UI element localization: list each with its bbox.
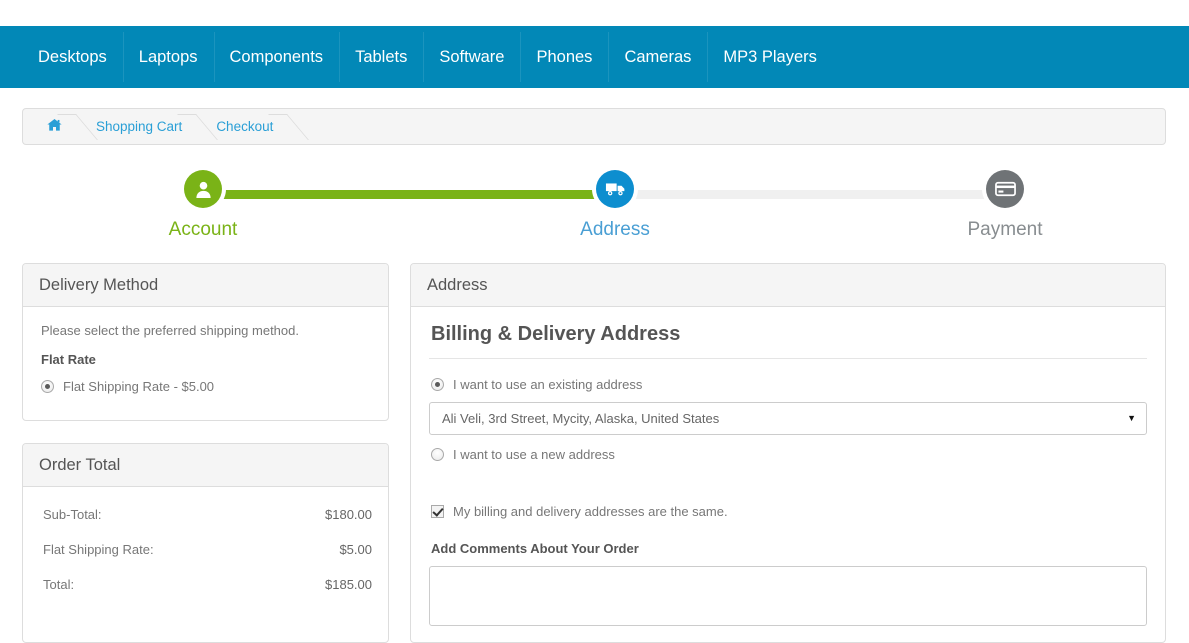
existing-address-select[interactable]: Ali Veli, 3rd Street, Mycity, Alaska, Un… bbox=[429, 402, 1147, 435]
stepper-label-account: Account bbox=[103, 220, 303, 239]
order-total-label-flat-shipping-rate: Flat Shipping Rate: bbox=[43, 542, 154, 557]
breadcrumb-home[interactable] bbox=[23, 109, 76, 144]
nav-item-software[interactable]: Software bbox=[423, 26, 520, 88]
order-total-amount-total: $185.00 bbox=[325, 577, 372, 592]
address-option-existing-label: I want to use an existing address bbox=[453, 377, 642, 392]
address-option-existing[interactable]: I want to use an existing address bbox=[431, 377, 1147, 392]
checkout-stepper: Account Address Payment bbox=[22, 170, 1166, 250]
delivery-option-flat-rate[interactable]: Flat Shipping Rate - $5.00 bbox=[41, 379, 372, 394]
nav-item-laptops[interactable]: Laptops bbox=[123, 26, 214, 88]
home-icon bbox=[47, 118, 62, 135]
address-option-new-label: I want to use a new address bbox=[453, 447, 615, 462]
same-address-checkbox-row[interactable]: My billing and delivery addresses are th… bbox=[431, 504, 1147, 519]
table-row: Flat Shipping Rate: $5.00 bbox=[25, 532, 386, 567]
nav-item-components[interactable]: Components bbox=[214, 26, 340, 88]
order-comments-textarea[interactable] bbox=[429, 566, 1147, 626]
address-panel-body: Billing & Delivery Address I want to use… bbox=[411, 307, 1165, 626]
address-panel: Address Billing & Delivery Address I wan… bbox=[410, 263, 1166, 643]
nav-item-desktops[interactable]: Desktops bbox=[22, 26, 123, 88]
order-total-label-total: Total: bbox=[43, 577, 74, 592]
existing-address-select-value: Ali Veli, 3rd Street, Mycity, Alaska, Un… bbox=[442, 411, 1127, 426]
order-total-panel: Order Total Sub-Total: $180.00 Flat Ship… bbox=[22, 443, 389, 643]
stepper-step-address[interactable]: Address bbox=[515, 170, 715, 239]
stepper-label-payment: Payment bbox=[905, 220, 1105, 239]
address-panel-title: Address bbox=[411, 264, 1165, 307]
checkbox-same-address[interactable] bbox=[431, 505, 444, 518]
delivery-method-panel: Delivery Method Please select the prefer… bbox=[22, 263, 389, 421]
radio-new-address[interactable] bbox=[431, 448, 444, 461]
radio-existing-address[interactable] bbox=[431, 378, 444, 391]
main-navigation: Desktops Laptops Components Tablets Soft… bbox=[0, 26, 1189, 88]
order-total-panel-body: Sub-Total: $180.00 Flat Shipping Rate: $… bbox=[23, 487, 388, 602]
breadcrumb: Shopping Cart Checkout bbox=[22, 108, 1166, 145]
stepper-step-account[interactable]: Account bbox=[103, 170, 303, 239]
credit-card-icon[interactable] bbox=[986, 170, 1024, 208]
nav-item-phones[interactable]: Phones bbox=[520, 26, 608, 88]
chevron-down-icon: ▼ bbox=[1127, 414, 1136, 423]
spacer bbox=[429, 468, 1147, 486]
stepper-step-payment[interactable]: Payment bbox=[905, 170, 1105, 239]
nav-item-tablets[interactable]: Tablets bbox=[339, 26, 423, 88]
address-option-new[interactable]: I want to use a new address bbox=[431, 447, 1147, 462]
nav-item-cameras[interactable]: Cameras bbox=[608, 26, 707, 88]
order-total-panel-title: Order Total bbox=[23, 444, 388, 487]
delivery-method-panel-title: Delivery Method bbox=[23, 264, 388, 307]
order-total-label-sub-total: Sub-Total: bbox=[43, 507, 102, 522]
order-comments-label: Add Comments About Your Order bbox=[431, 541, 1147, 556]
delivery-method-hint: Please select the preferred shipping met… bbox=[41, 323, 372, 338]
stepper-label-address: Address bbox=[515, 220, 715, 239]
same-address-label: My billing and delivery addresses are th… bbox=[453, 504, 728, 519]
delivery-method-panel-body: Please select the preferred shipping met… bbox=[23, 307, 388, 416]
order-total-amount-flat-shipping-rate: $5.00 bbox=[339, 542, 372, 557]
truck-icon[interactable] bbox=[596, 170, 634, 208]
billing-delivery-address-heading: Billing & Delivery Address bbox=[429, 313, 1147, 359]
delivery-method-group-label: Flat Rate bbox=[41, 352, 372, 367]
order-total-amount-sub-total: $180.00 bbox=[325, 507, 372, 522]
radio-flat-rate[interactable] bbox=[41, 380, 54, 393]
table-row: Sub-Total: $180.00 bbox=[25, 497, 386, 532]
nav-item-mp3-players[interactable]: MP3 Players bbox=[707, 26, 833, 88]
table-row: Total: $185.00 bbox=[25, 567, 386, 602]
nav-items: Desktops Laptops Components Tablets Soft… bbox=[0, 26, 1189, 88]
user-icon[interactable] bbox=[184, 170, 222, 208]
delivery-option-flat-rate-label: Flat Shipping Rate - $5.00 bbox=[63, 379, 214, 394]
